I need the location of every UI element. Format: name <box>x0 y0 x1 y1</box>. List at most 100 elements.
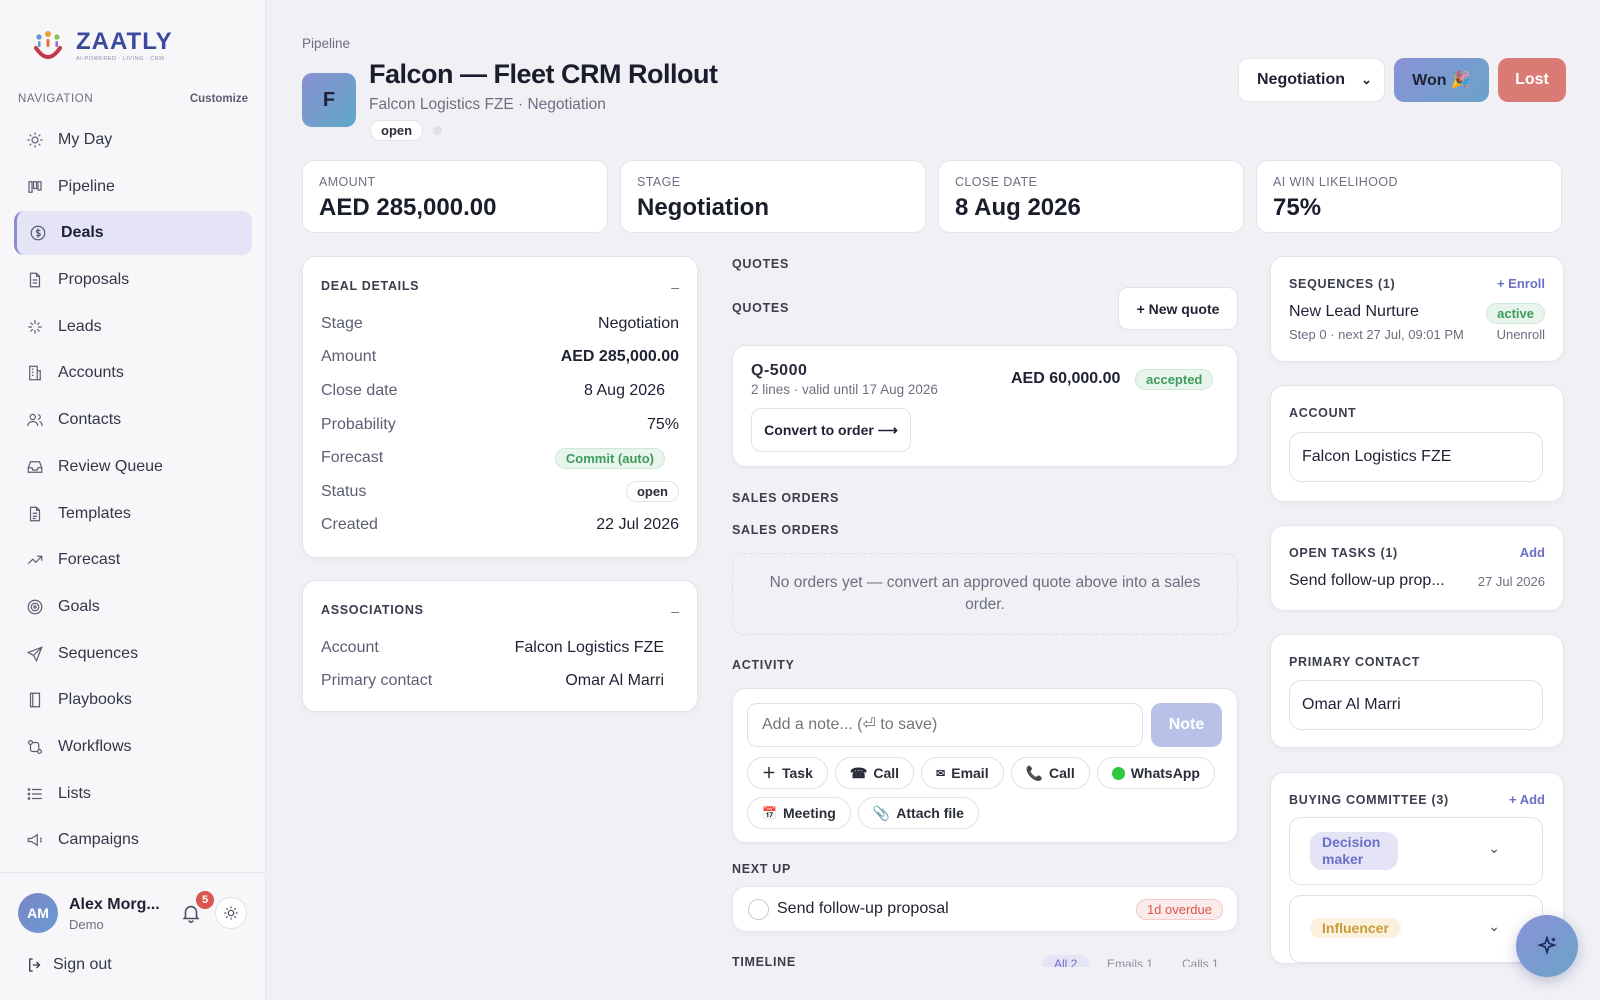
ai-assistant-button[interactable] <box>1516 915 1578 977</box>
detail-value[interactable]: 75% <box>647 416 679 434</box>
sign-out-label: Sign out <box>53 956 112 973</box>
list-icon <box>27 787 42 800</box>
sidebar-item-pipeline[interactable]: Pipeline <box>14 165 252 209</box>
call-button[interactable]: 📞 Call <box>1010 757 1090 789</box>
timeline-tab-all[interactable]: All 2 <box>1042 955 1090 967</box>
timeline-tab-calls[interactable]: Calls 1 <box>1182 957 1219 967</box>
detail-row-amount: Amount AED 285,000.00 <box>321 341 679 375</box>
detail-label: Close date <box>321 381 398 399</box>
detail-value[interactable]: 8 Aug 2026 <box>584 382 665 400</box>
chevron-down-icon: ⌄ <box>1361 72 1372 87</box>
detail-row-close-date: Close date 8 Aug 2026 <box>321 374 679 408</box>
meeting-button[interactable]: 📅 Meeting <box>747 797 851 829</box>
overdue-badge: 1d overdue <box>1135 899 1223 920</box>
sidebar-item-proposals[interactable]: Proposals <box>14 258 252 302</box>
next-up-card: Send follow-up proposal 1d overdue <box>732 886 1238 932</box>
file-icon <box>29 272 41 288</box>
add-task-button[interactable]: ＋ Task <box>747 757 828 789</box>
sidebar-item-lists[interactable]: Lists <box>14 772 252 816</box>
sidebar-item-leads[interactable]: Leads <box>14 305 252 349</box>
indicator-dot <box>433 126 442 135</box>
detail-value: Negotiation <box>598 314 679 332</box>
sidebar-item-deals[interactable]: Deals <box>14 211 252 256</box>
contact-link[interactable]: Omar Al Marri <box>565 672 664 690</box>
card-title: PRIMARY CONTACT <box>1289 655 1421 669</box>
sidebar-item-templates[interactable]: Templates <box>14 492 252 536</box>
send-icon <box>26 645 43 662</box>
account-link[interactable]: Falcon Logistics FZE <box>515 639 664 657</box>
collapse-button[interactable]: – <box>671 603 679 619</box>
sidebar-item-my-day[interactable]: My Day <box>14 118 252 162</box>
note-input[interactable] <box>747 703 1143 747</box>
next-up-task[interactable]: Send follow-up proposal <box>777 900 949 918</box>
logo[interactable]: ZAATLY AI-POWERED · LIVING · CRM <box>28 26 173 66</box>
email-button[interactable]: ✉ Email <box>921 757 1004 789</box>
sidebar-item-label: Lists <box>58 784 91 802</box>
customize-link[interactable]: Customize <box>190 93 248 105</box>
attach-file-button[interactable]: 📎 Attach file <box>857 797 979 829</box>
sidebar-item-accounts[interactable]: Accounts <box>14 351 252 395</box>
open-task-item[interactable]: Send follow-up prop... <box>1289 572 1445 590</box>
action-label: Call <box>1049 765 1075 781</box>
sidebar-item-label: My Day <box>58 131 113 148</box>
detail-row-status: Status open <box>321 475 679 509</box>
note-button[interactable]: Note <box>1151 703 1222 747</box>
lost-button[interactable]: Lost <box>1498 58 1566 102</box>
enroll-button[interactable]: + Enroll <box>1497 276 1545 291</box>
theme-toggle-button[interactable] <box>215 897 247 929</box>
sidebar-item-goals[interactable]: Goals <box>14 585 252 629</box>
detail-label: Forecast <box>321 449 384 467</box>
breadcrumb[interactable]: Pipeline <box>302 36 350 51</box>
stage-select[interactable]: Negotiation ⌄ <box>1238 58 1385 102</box>
mail-icon: ✉ <box>936 767 946 780</box>
sales-orders-title: SALES ORDERS <box>732 523 840 537</box>
action-label: WhatsApp <box>1130 765 1200 781</box>
log-call-button[interactable]: ☎ Call <box>834 757 915 789</box>
brand-name: ZAATLY <box>76 28 173 55</box>
book-icon <box>29 692 41 708</box>
sidebar-item-contacts[interactable]: Contacts <box>14 398 252 442</box>
unenroll-button[interactable]: Unenroll <box>1497 327 1545 342</box>
chevron-down-icon[interactable]: ⌄ <box>1488 918 1500 935</box>
sidebar-item-workflows[interactable]: Workflows <box>14 725 252 769</box>
kpi-stage: STAGE Negotiation <box>620 160 926 233</box>
sign-out-button[interactable]: Sign out <box>26 956 112 974</box>
detail-value: AED 285,000.00 <box>560 348 679 366</box>
nav-heading: NAVIGATION <box>18 93 94 105</box>
add-task-link[interactable]: Add <box>1520 545 1545 560</box>
sequences-card: SEQUENCES (1) + Enroll New Lead Nurture … <box>1270 256 1564 362</box>
phone-old-icon: ☎ <box>849 764 868 781</box>
megaphone-icon <box>27 833 42 847</box>
activity-card: Note ＋ Task ☎ Call ✉ Email 📞 Call WhatsApp 📅… <box>732 688 1238 843</box>
sidebar-item-playbooks[interactable]: Playbooks <box>14 678 252 722</box>
account-field[interactable]: Falcon Logistics FZE <box>1289 432 1543 482</box>
quote-card[interactable]: Q-5000 2 lines · valid until 17 Aug 2026… <box>732 345 1238 467</box>
status-badge: open <box>625 481 679 503</box>
committee-member-row[interactable]: Decision maker ⌄ <box>1289 817 1543 885</box>
won-button[interactable]: Won 🎉 <box>1394 58 1489 102</box>
add-member-button[interactable]: + Add <box>1509 792 1545 807</box>
whatsapp-button[interactable]: WhatsApp <box>1096 757 1215 789</box>
detail-row-created: Created 22 Jul 2026 <box>321 509 679 543</box>
sidebar-item-forecast[interactable]: Forecast <box>14 538 252 582</box>
timeline-tab-emails[interactable]: Emails 1 <box>1107 957 1153 967</box>
task-checkbox[interactable] <box>748 899 769 920</box>
sidebar-item-review-queue[interactable]: Review Queue <box>14 445 252 489</box>
user-avatar[interactable]: AM <box>18 893 58 933</box>
sidebar-item-sequences[interactable]: Sequences <box>14 632 252 676</box>
sequence-name[interactable]: New Lead Nurture <box>1289 303 1419 321</box>
sidebar: ZAATLY AI-POWERED · LIVING · CRM NAVIGAT… <box>0 0 266 1000</box>
collapse-button[interactable]: – <box>671 279 679 295</box>
chevron-down-icon[interactable]: ⌄ <box>1488 840 1500 857</box>
plus-icon: ＋ <box>762 765 776 781</box>
sidebar-item-campaigns[interactable]: Campaigns <box>14 818 252 862</box>
page-title: Falcon — Fleet CRM Rollout <box>369 59 718 89</box>
new-quote-button[interactable]: + New quote <box>1118 287 1238 330</box>
convert-to-order-button[interactable]: Convert to order ⟶ <box>751 408 911 452</box>
deal-avatar: F <box>302 73 356 127</box>
committee-member-row[interactable]: Influencer ⌄ <box>1289 895 1543 963</box>
sparkle-icon <box>1537 935 1557 956</box>
detail-label: Stage <box>321 314 363 332</box>
sales-orders-empty: No orders yet — convert an approved quot… <box>732 553 1238 635</box>
primary-contact-field[interactable]: Omar Al Marri <box>1289 680 1543 730</box>
